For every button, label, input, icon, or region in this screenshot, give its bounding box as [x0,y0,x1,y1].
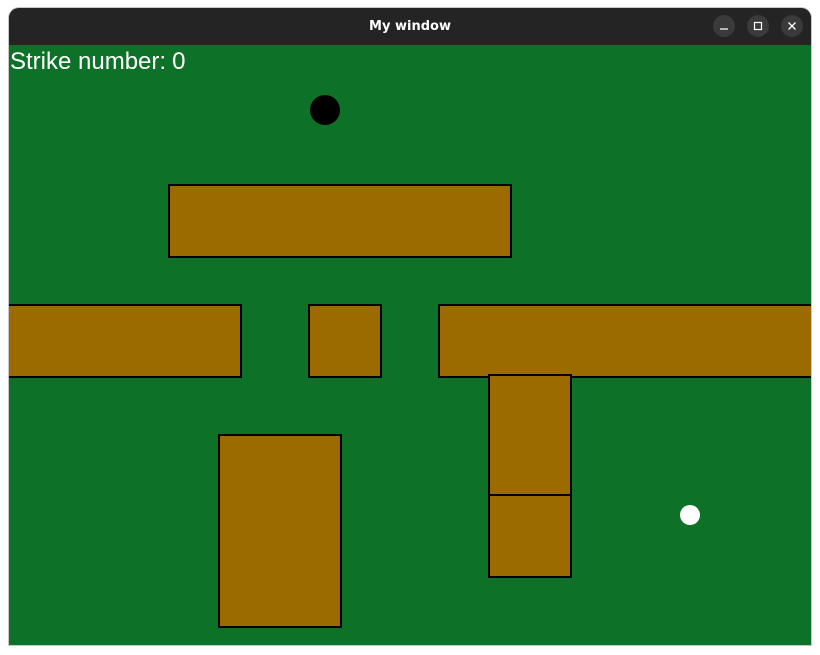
minimize-button[interactable] [713,15,735,37]
wall-middle-small [308,304,382,378]
golf-hole [310,95,340,125]
app-window: My window Strike number: 0 [9,8,811,645]
game-canvas[interactable]: Strike number: 0 [9,45,811,645]
maximize-button[interactable] [747,15,769,37]
minimize-icon [720,28,728,30]
wall-vertical-upper [488,374,572,496]
strike-label: Strike number: [10,48,167,75]
strike-count: 0 [172,48,186,75]
wall-middle-right [438,304,811,378]
wall-vertical-lower [488,494,572,578]
golf-ball[interactable] [680,505,700,525]
wall-top-center [168,184,512,258]
close-button[interactable] [781,15,803,37]
wall-middle-left [9,304,242,378]
window-title: My window [369,19,451,34]
close-icon [788,22,796,30]
strike-counter: Strike number: 0 [10,48,191,76]
maximize-icon [753,21,763,31]
wall-bottom-left [218,434,342,628]
titlebar[interactable]: My window [9,8,811,45]
